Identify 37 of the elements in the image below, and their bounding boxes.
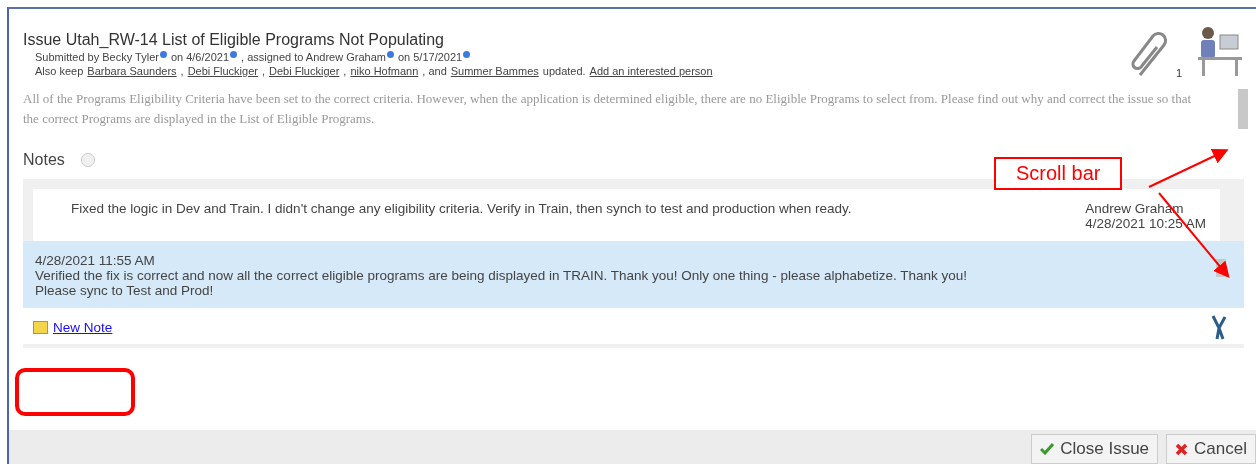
person-link[interactable]: Summer Bammes [450,65,539,77]
meta-text: , [261,65,266,77]
meta-text: , and [422,65,447,77]
meta-text: updated. [542,65,586,77]
info-icon[interactable] [463,50,471,58]
note-text: Verified the fix is correct and now all the correct eligible programs are being displayed in TRAIN. Thank you! Only one thing - please alphabetize. Thank you! [35,268,968,283]
meta-text: , [180,65,184,77]
attachment-count: 1 [1175,67,1182,79]
note-time: 4/28/2021 10:25 AM [1085,216,1206,231]
note-text: Fixed the logic in Dev and Train. I didn't change any eligibility criteria. Verify in Train, then synch to test and production when ready. [71,201,852,218]
submission-info: Submitted by Becky Tyler [35,51,159,63]
note-time: 4/28/2021 11:55 AM [35,253,156,268]
x-icon [1175,442,1189,456]
submission-info: on 5/17/2021 [397,51,463,63]
meta-text: Also keep [35,65,84,77]
notes-heading: Notes [23,151,65,169]
cancel-button[interactable]: Cancel [1166,434,1256,464]
figure-logo-icon [1210,314,1228,340]
person-link[interactable]: Add an interested person [589,65,713,77]
info-icon[interactable] [386,50,394,58]
close-issue-button[interactable]: Close Issue [1031,434,1159,464]
person-link[interactable]: Debi Fluckiger [269,65,340,77]
person-link[interactable]: Debi Fluckiger [187,65,258,77]
issue-description: All of the Programs Eligibility Criteria have been set to the correct criteria. However, when the application is determined eligible, there are no Eligible Programs to select from. Please find out why and correct the issue so that the correct Programs are displayed in the List of Eligible Programs. [23,90,1193,128]
meta-text: , [343,65,347,77]
info-icon[interactable] [230,50,238,58]
person-link[interactable]: niko Hofmann [350,65,419,77]
person-link[interactable]: Barbara Saunders [87,65,177,77]
submission-info: , assigned to Andrew Graham [241,51,386,63]
note-icon[interactable] [33,320,48,334]
info-icon[interactable] [159,50,167,58]
note-text: Please sync to Test and Prod! [35,283,215,298]
submission-info: on 4/6/2021 [170,51,230,63]
new-note-link[interactable]: New Note [53,319,113,335]
checkmark-icon [1040,443,1055,455]
issue-title: Issue Utah_RW-14 List of Eligible Programs Not Populating [23,31,445,49]
callout-label: Scroll bar [994,157,1123,190]
